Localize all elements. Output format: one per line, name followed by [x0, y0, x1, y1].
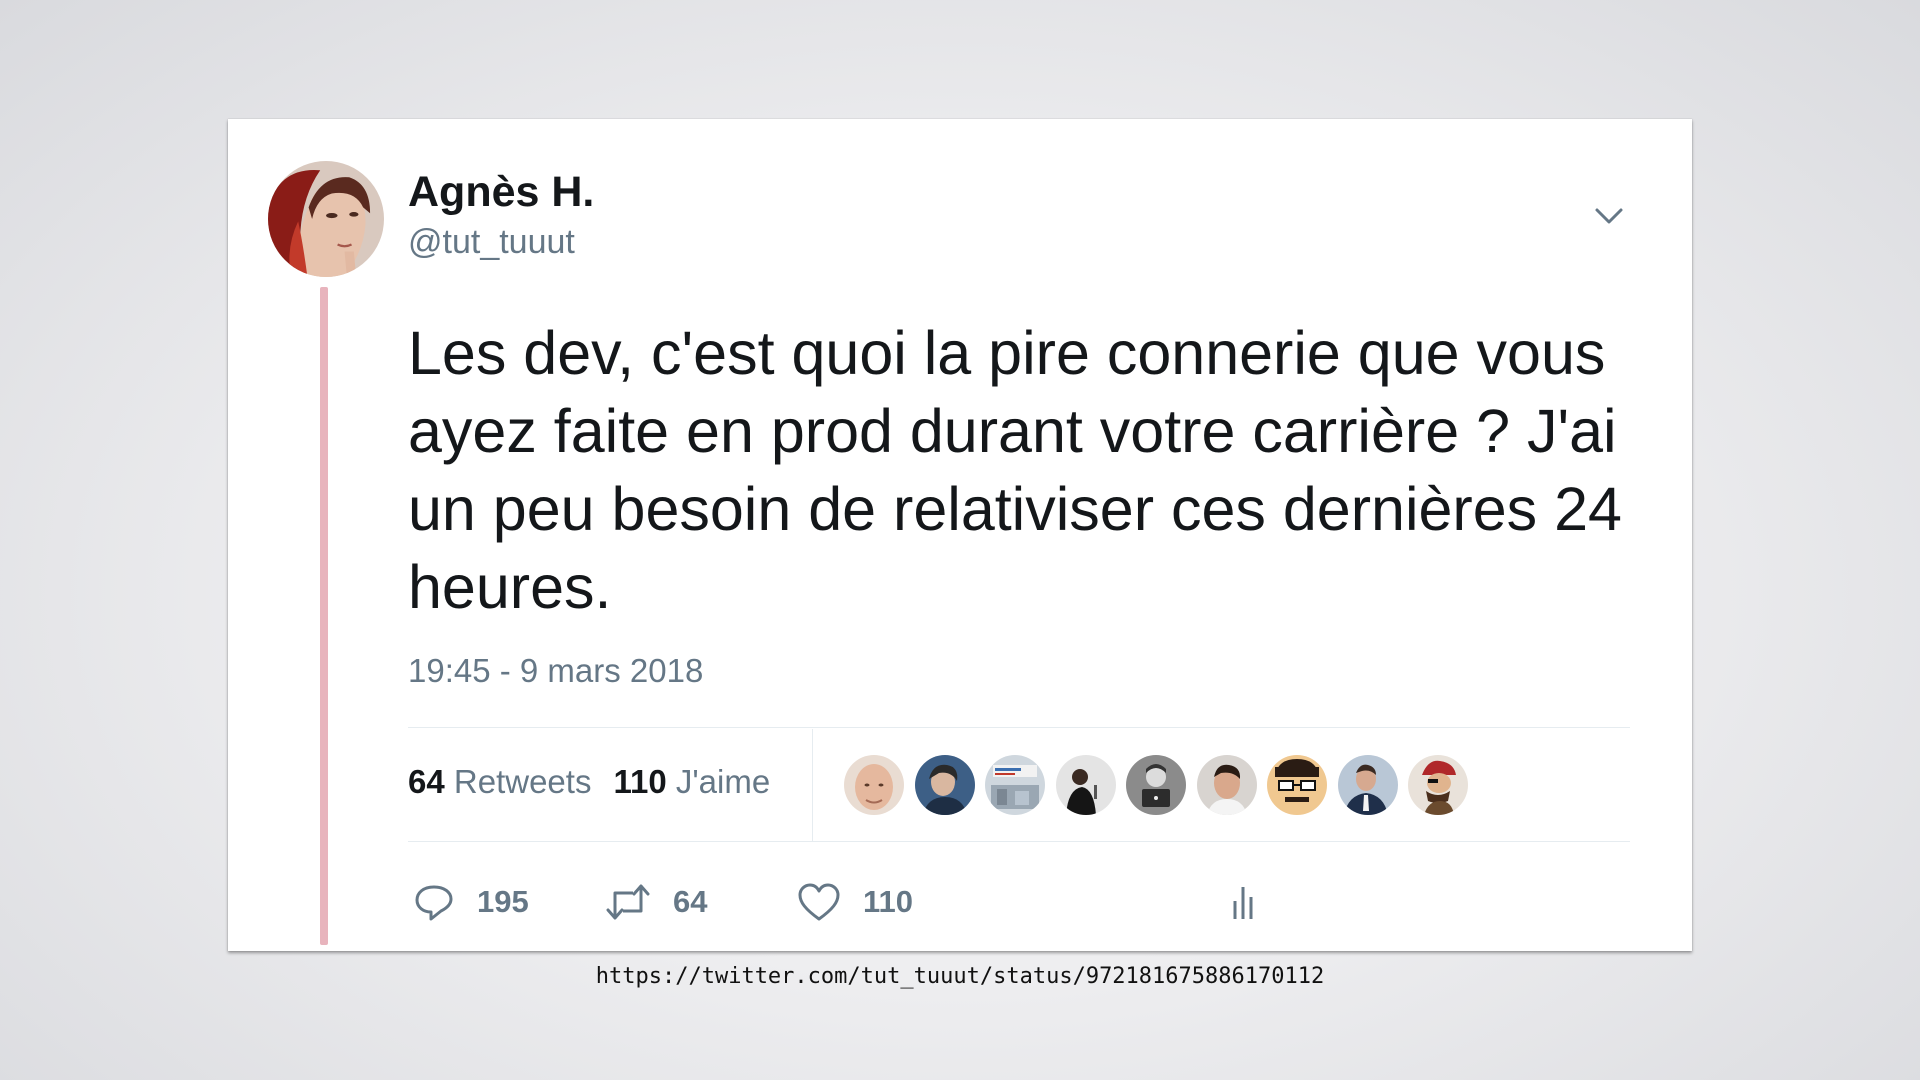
liker-avatar-5[interactable] — [1126, 755, 1186, 815]
reply-icon — [415, 885, 453, 921]
retweets-stat[interactable]: 64 Retweets — [408, 763, 591, 800]
event-photo-avatar-icon — [985, 755, 1045, 815]
likes-stat-count: 110 — [613, 763, 667, 800]
chevron-down-icon — [1595, 208, 1623, 224]
tweet-actions: 195 64 110 — [413, 877, 1413, 927]
like-count: 110 — [863, 884, 914, 919]
likes-stat[interactable]: 110 J'aime — [613, 763, 770, 800]
analytics-icon — [1233, 887, 1253, 919]
speaker-avatar-icon — [1056, 755, 1116, 815]
man-portrait-avatar-icon — [1197, 755, 1257, 815]
author-handle[interactable]: @tut_tuuut — [408, 222, 575, 263]
retweet-button[interactable]: 64 — [605, 877, 707, 927]
tweet-text: Les dev, c'est quoi la pire connerie que… — [408, 319, 1622, 621]
liker-avatar-3[interactable] — [985, 755, 1045, 815]
stats-separator — [812, 729, 813, 841]
tweet-url-caption: https://twitter.com/tut_tuuut/status/972… — [595, 964, 1325, 989]
man-avatar-icon — [915, 755, 975, 815]
liker-avatar-1[interactable] — [844, 755, 904, 815]
tweet-stats: 64 Retweets 110 J'aime — [408, 763, 792, 801]
liker-avatar-6[interactable] — [1197, 755, 1257, 815]
author-display-name[interactable]: Agnès H. — [408, 167, 594, 219]
author-avatar[interactable] — [268, 161, 384, 277]
liker-avatar-9[interactable] — [1408, 755, 1468, 815]
glasses-cartoon-avatar-icon — [1267, 755, 1327, 815]
tweet-menu-caret[interactable] — [1588, 201, 1630, 231]
liker-avatar-7[interactable] — [1267, 755, 1327, 815]
like-button[interactable]: 110 — [797, 877, 913, 927]
woman-portrait-avatar-icon — [268, 161, 384, 277]
likes-stat-label: J'aime — [675, 763, 771, 800]
liker-avatar-4[interactable] — [1056, 755, 1116, 815]
tweet-card: Agnès H. @tut_tuuut Les dev, c'est quoi … — [228, 119, 1692, 951]
liker-avatar-8[interactable] — [1338, 755, 1398, 815]
divider — [408, 727, 1630, 728]
analytics-button[interactable] — [1229, 877, 1259, 927]
retweets-stat-label: Retweets — [453, 763, 592, 800]
pirate-avatar-icon — [1408, 755, 1468, 815]
retweet-icon — [606, 884, 650, 920]
retweet-count: 64 — [673, 884, 708, 919]
retweets-stat-count: 64 — [408, 763, 445, 800]
bald-man-avatar-icon — [844, 755, 904, 815]
liker-avatar-2[interactable] — [915, 755, 975, 815]
heart-icon — [798, 883, 840, 921]
laptop-avatar-icon — [1126, 755, 1186, 815]
thread-line — [320, 287, 328, 945]
reply-count: 195 — [477, 884, 529, 919]
tweet-timestamp[interactable]: 19:45 - 9 mars 2018 — [408, 652, 703, 690]
reply-button[interactable]: 195 — [413, 877, 529, 927]
divider — [408, 841, 1630, 842]
man-suit-avatar-icon — [1338, 755, 1398, 815]
